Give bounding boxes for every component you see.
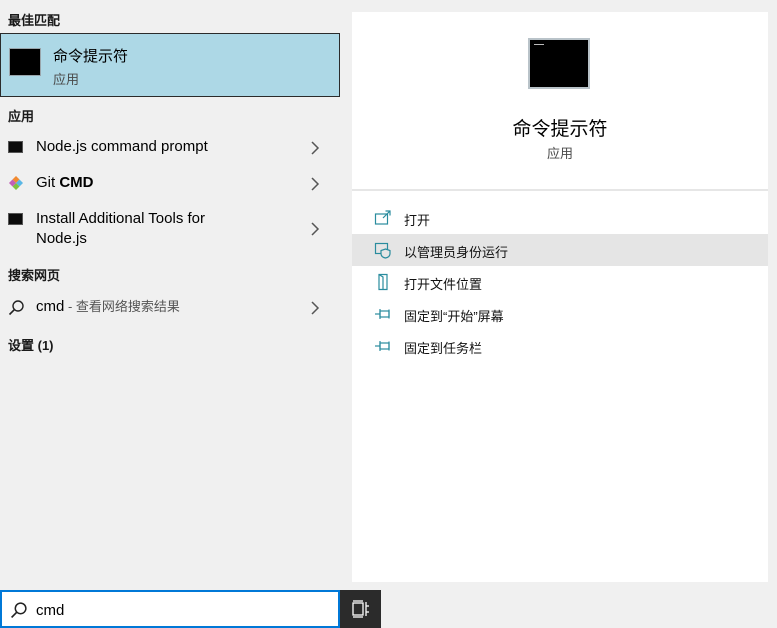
search-box[interactable] [0, 590, 340, 628]
preview-title: 命令提示符 [512, 119, 608, 140]
task-view-icon [352, 600, 369, 618]
chevron-right-icon[interactable] [310, 222, 320, 236]
divider [352, 189, 768, 191]
pin-icon [375, 309, 390, 319]
action-run-as-admin[interactable]: 以管理员身份运行 [352, 234, 768, 266]
app-result-label: Git CMD [36, 173, 94, 193]
web-hint: - 查看网络搜索结果 [64, 299, 180, 314]
app-result-label: Install Additional Tools for Node.js [36, 209, 205, 249]
open-icon [374, 210, 391, 225]
best-match-title: 命令提示符 [53, 48, 129, 65]
preview-card: 命令提示符 应用 打开 以管理员身份运行 打开文件位置 固定到“开始”屏幕 固定… [352, 12, 768, 582]
best-match-item[interactable]: 命令提示符 应用 [0, 33, 340, 97]
web-result-label: cmd - 查看网络搜索结果 [36, 297, 180, 317]
label-line-2: Node.js [36, 230, 87, 247]
action-open-file-location[interactable]: 打开文件位置 [352, 266, 768, 298]
label-line-1: Install Additional Tools for [36, 210, 205, 227]
run-as-admin-icon [374, 242, 391, 259]
preview-pane: 命令提示符 应用 打开 以管理员身份运行 打开文件位置 固定到“开始”屏幕 固定… [340, 0, 777, 628]
terminal-icon [8, 213, 23, 225]
git-label-prefix: Git [36, 174, 60, 191]
action-label: 固定到任务栏 [404, 341, 483, 356]
git-diamond-icon [9, 176, 23, 190]
action-pin-to-taskbar[interactable]: 固定到任务栏 [352, 330, 768, 362]
task-view-button[interactable] [340, 590, 381, 628]
web-query: cmd [36, 298, 65, 315]
terminal-icon [9, 48, 41, 76]
app-result-nodejs-prompt[interactable]: Node.js command prompt [0, 136, 340, 160]
chevron-right-icon[interactable] [310, 141, 320, 155]
action-label: 打开文件位置 [404, 277, 483, 292]
web-search-result[interactable]: cmd - 查看网络搜索结果 [0, 296, 340, 320]
chevron-right-icon[interactable] [310, 177, 320, 191]
apps-header: 应用 [8, 109, 35, 124]
search-icon [8, 300, 24, 316]
action-label: 打开 [404, 213, 431, 228]
preview-subtitle: 应用 [546, 146, 573, 161]
terminal-icon [528, 38, 590, 89]
best-match-header: 最佳匹配 [8, 13, 61, 28]
app-result-label: Node.js command prompt [36, 138, 208, 155]
search-input[interactable] [36, 599, 326, 621]
git-label-bold: CMD [59, 174, 94, 191]
app-result-git-cmd[interactable]: Git CMD [0, 172, 340, 196]
web-search-header: 搜索网页 [8, 268, 61, 283]
results-pane: 最佳匹配 命令提示符 应用 应用 Node.js command prompt … [0, 0, 340, 590]
action-label: 固定到“开始”屏幕 [404, 309, 504, 324]
chevron-right-icon[interactable] [310, 301, 320, 315]
best-match-subtitle: 应用 [53, 72, 80, 87]
terminal-icon [8, 141, 23, 153]
search-icon [10, 602, 27, 619]
action-open[interactable]: 打开 [352, 202, 768, 234]
action-label: 以管理员身份运行 [404, 245, 509, 260]
settings-header[interactable]: 设置 (1) [8, 335, 54, 354]
file-location-icon [378, 273, 388, 291]
app-result-install-tools[interactable]: Install Additional Tools for Node.js [0, 208, 340, 252]
action-pin-to-start[interactable]: 固定到“开始”屏幕 [352, 298, 768, 330]
pin-icon [375, 341, 390, 351]
